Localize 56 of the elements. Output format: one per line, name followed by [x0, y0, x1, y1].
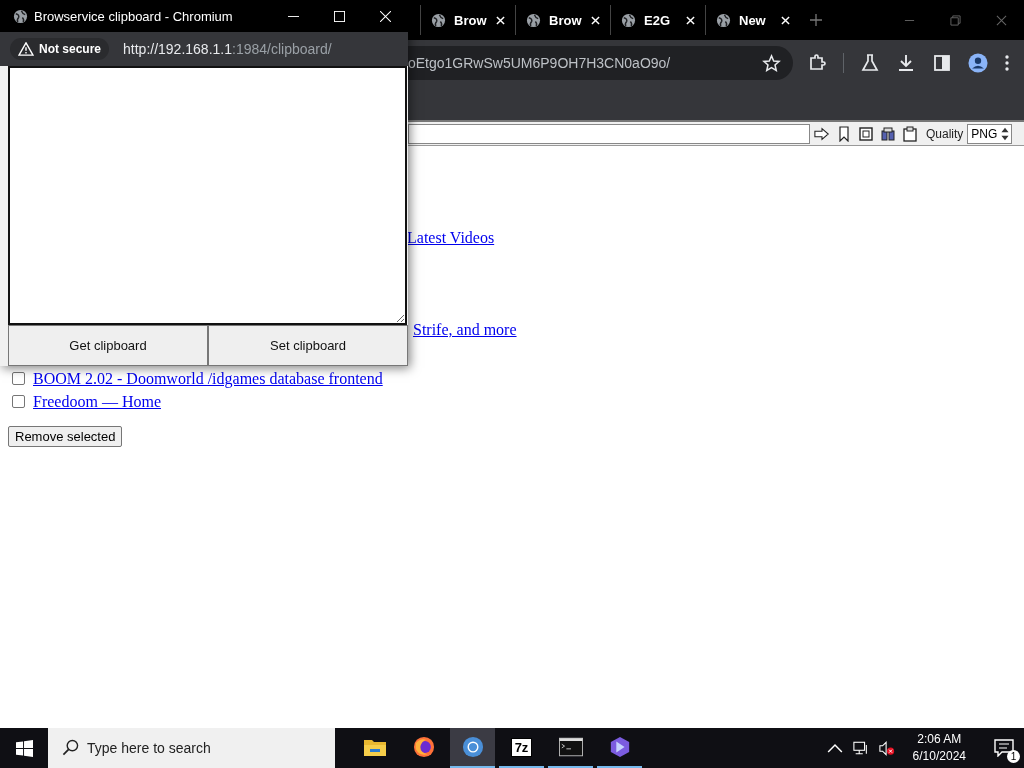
side-panel-icon[interactable] — [932, 53, 952, 73]
menu-icon[interactable] — [1004, 53, 1010, 73]
remove-selected-button[interactable]: Remove selected — [8, 426, 123, 447]
arrow-right-icon[interactable] — [814, 125, 830, 142]
maximize-icon[interactable] — [334, 10, 345, 22]
quality-label: Quality — [926, 126, 964, 141]
network-icon[interactable] — [852, 740, 869, 756]
checkbox[interactable] — [12, 395, 25, 408]
browser-tab[interactable]: Brow — [515, 5, 610, 35]
download-icon[interactable] — [896, 53, 916, 73]
star-icon[interactable] — [762, 53, 781, 73]
clipboard-button[interactable]: Get clipboard — [8, 325, 208, 366]
checkbox[interactable] — [12, 372, 25, 385]
globe-icon — [621, 12, 636, 28]
link[interactable]: Latest Videos — [407, 229, 495, 246]
taskbar-app[interactable] — [450, 728, 495, 768]
browser-tab[interactable]: New — [705, 5, 800, 35]
windows-logo-icon[interactable] — [16, 739, 33, 757]
window-title: Browservice clipboard - Chromium — [34, 8, 234, 24]
globe-icon — [13, 8, 28, 24]
browser-ring-icon — [460, 736, 485, 758]
terminal-icon — [558, 736, 583, 758]
link[interactable]: Strife, and more — [413, 321, 517, 338]
link[interactable]: Freedoom — Home — [33, 392, 161, 411]
browser-tab[interactable]: Brow — [420, 5, 515, 35]
clock-date[interactable]: 6/10/2024 — [912, 748, 966, 765]
clipboard-icon[interactable] — [902, 125, 918, 142]
notification-badge: 1 — [1007, 750, 1020, 763]
clock-time[interactable]: 2:06 AM — [917, 731, 962, 748]
profile-icon[interactable] — [968, 53, 988, 73]
browser-tab[interactable]: E2G — [610, 5, 705, 35]
globe-icon — [431, 12, 446, 28]
search-field[interactable]: Type here to search — [48, 728, 335, 768]
binoculars-icon[interactable] — [880, 125, 896, 142]
address-text: oEtgo1GRwSw5UM6P9OH7H3CN0aO9o/ — [408, 55, 671, 71]
flask-icon[interactable] — [860, 53, 880, 73]
puzzle-icon[interactable] — [807, 53, 827, 73]
clipboard-textarea[interactable] — [8, 66, 407, 325]
address-bar[interactable]: oEtgo1GRwSw5UM6P9OH7H3CN0aO9o/ — [408, 46, 793, 80]
link[interactable]: BOOM 2.02 - Doomworld /idgames database frontend — [33, 369, 383, 388]
bookmark-icon[interactable] — [836, 125, 852, 142]
new-tab-icon[interactable] — [810, 14, 822, 26]
url-field[interactable] — [408, 123, 810, 144]
quality-spinner[interactable]: PNG — [967, 123, 1013, 144]
picture-icon[interactable] — [858, 125, 874, 142]
globe-icon — [526, 12, 541, 28]
app-icon: 7z — [510, 737, 533, 757]
fox-globe-icon — [411, 736, 436, 758]
security-chip[interactable]: Not secure — [10, 38, 110, 60]
warning-icon — [18, 42, 34, 56]
url-text[interactable]: http://192.168.1.1:1984/clipboard/ — [123, 41, 332, 57]
clipboard-button[interactable]: Set clipboard — [208, 325, 408, 366]
search-icon — [62, 739, 79, 756]
taskbar-app[interactable]: 7z — [499, 728, 544, 768]
globe-icon — [716, 12, 731, 28]
speaker-muted-icon[interactable] — [878, 740, 895, 756]
